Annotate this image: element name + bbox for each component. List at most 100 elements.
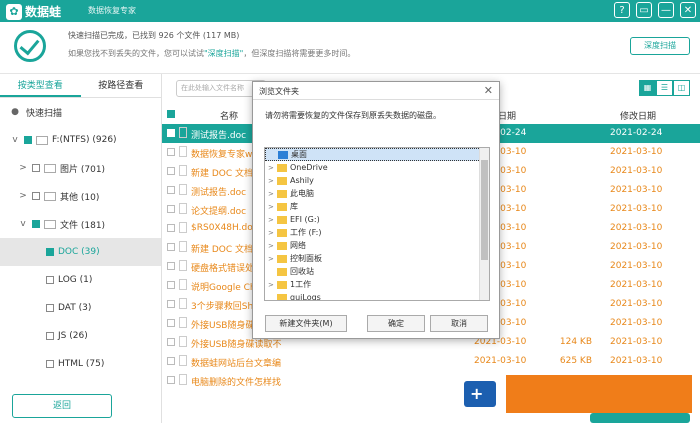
row-checkbox[interactable] [167, 186, 175, 194]
row-checkbox[interactable] [167, 148, 175, 156]
help-button[interactable]: ? [614, 2, 630, 18]
row-checkbox[interactable] [167, 300, 175, 308]
scrollbar[interactable] [479, 148, 489, 300]
tree-item-doc[interactable]: DOC (39) [0, 238, 161, 266]
tree-item-files[interactable]: v 文件 (181) [0, 210, 161, 238]
tree-item-log[interactable]: LOG (1) [0, 266, 161, 294]
folder-tree-item[interactable]: > 控制面板 [265, 252, 489, 265]
tree-item-other[interactable]: > 其他 (10) [0, 182, 161, 210]
folder-icon [277, 267, 287, 276]
tree-item-images[interactable]: > 图片 (701) [0, 154, 161, 182]
file-modified: 2021-03-10 [610, 166, 663, 176]
checkbox[interactable] [46, 304, 54, 312]
folder-icon [44, 191, 56, 201]
column-date[interactable]: 日期 [498, 109, 516, 122]
file-size: 124 KB [559, 337, 592, 347]
ok-button[interactable]: 确定 [367, 315, 425, 332]
row-checkbox[interactable] [167, 357, 175, 365]
doc-file-icon [179, 298, 187, 309]
checkbox[interactable] [32, 192, 40, 200]
deep-scan-button[interactable]: 深度扫描 [630, 37, 690, 55]
recover-button[interactable] [590, 413, 690, 423]
column-name[interactable]: 名称 [220, 109, 238, 122]
folder-tree-item[interactable]: 回收站 [265, 265, 489, 278]
row-checkbox[interactable] [167, 262, 175, 270]
minimize-button[interactable]: — [658, 2, 674, 18]
cancel-button[interactable]: 取消 [430, 315, 488, 332]
row-checkbox[interactable] [167, 338, 175, 346]
scan-result-banner: 快速扫描已完成，已找到 926 个文件 (117 MB) 如果您找不到丢失的文件… [0, 22, 700, 74]
tree-item-quick-scan[interactable]: ● 快速扫描 [0, 98, 161, 126]
dialog-close-icon[interactable]: ✕ [484, 84, 493, 97]
close-button[interactable]: ✕ [680, 2, 696, 18]
tree-item-dat[interactable]: DAT (3) [0, 294, 161, 322]
folder-icon [278, 150, 288, 159]
check-icon [14, 30, 46, 62]
folder-tree-item[interactable]: > 工作 (F:) [265, 226, 489, 239]
row-checkbox[interactable] [167, 243, 175, 251]
expand-arrow-icon[interactable]: > [268, 190, 277, 198]
select-all-checkbox[interactable] [167, 110, 175, 118]
folder-tree-item[interactable]: guiLogs [265, 291, 489, 300]
folder-icon [277, 202, 287, 211]
folder-tree-item[interactable]: > 网络 [265, 239, 489, 252]
list-view-icon[interactable]: ☰ [656, 80, 673, 96]
column-modified[interactable]: 修改日期 [620, 109, 656, 122]
medical-cross-logo-icon: + [458, 375, 506, 413]
chevron-right-icon: > [19, 191, 27, 201]
file-name: 数据蛙网站后台文章编辑... [191, 359, 281, 369]
row-checkbox[interactable] [167, 281, 175, 289]
folder-tree-item[interactable]: > 库 [265, 200, 489, 213]
tab-by-path[interactable]: 按路径查看 [81, 74, 162, 97]
expand-arrow-icon[interactable]: > [268, 164, 277, 172]
checkbox[interactable] [32, 220, 40, 228]
expand-arrow-icon[interactable]: > [268, 255, 277, 263]
tree-item-html[interactable]: HTML (75) [0, 350, 161, 378]
ad-banner[interactable]: + [458, 375, 692, 413]
folder-tree-item[interactable]: 桌面 [265, 148, 489, 161]
checkbox[interactable] [46, 248, 54, 256]
expand-arrow-icon[interactable]: > [268, 281, 277, 289]
grid-view-icon[interactable]: ▦ [639, 80, 656, 96]
tree-item-js[interactable]: JS (26) [0, 322, 161, 350]
checkbox[interactable] [46, 332, 54, 340]
doc-file-icon [179, 374, 187, 385]
file-modified: 2021-03-10 [610, 299, 663, 309]
folder-tree-item[interactable]: >1工作 [265, 278, 489, 291]
expand-arrow-icon[interactable]: > [268, 229, 277, 237]
expand-arrow-icon[interactable]: > [268, 177, 277, 185]
row-checkbox[interactable] [167, 224, 175, 232]
row-checkbox[interactable] [167, 129, 175, 137]
deep-scan-link[interactable]: "深度扫描" [204, 49, 243, 58]
checkbox[interactable] [46, 276, 54, 284]
detail-view-icon[interactable]: ◫ [673, 80, 690, 96]
doc-file-icon [179, 203, 187, 214]
folder-icon [277, 293, 287, 300]
doc-file-icon [179, 355, 187, 366]
folder-tree-item[interactable]: > EFI (G:) [265, 213, 489, 226]
folder-tree-item[interactable]: > OneDrive [265, 161, 489, 174]
row-checkbox[interactable] [167, 319, 175, 327]
expand-arrow-icon[interactable]: > [268, 203, 277, 211]
tree-item-drive[interactable]: v F:(NTFS) (926) [0, 126, 161, 154]
row-checkbox[interactable] [167, 376, 175, 384]
expand-arrow-icon[interactable]: > [268, 242, 277, 250]
file-date: 2021-03-10 [474, 356, 527, 366]
save-icon-button[interactable]: ▭ [636, 2, 652, 18]
checkbox[interactable] [46, 360, 54, 368]
new-folder-button[interactable]: 新建文件夹(M) [265, 315, 347, 332]
tab-by-type[interactable]: 按类型查看 [0, 74, 81, 97]
back-button[interactable]: 返回 [12, 394, 112, 418]
file-size: 625 KB [559, 356, 592, 366]
table-row[interactable]: 数据蛙网站后台文章编辑... 2021-03-10 625 KB 2021-03-10 [162, 352, 700, 371]
folder-tree-item[interactable]: > 此电脑 [265, 187, 489, 200]
checkbox[interactable] [32, 164, 40, 172]
row-checkbox[interactable] [167, 167, 175, 175]
row-checkbox[interactable] [167, 205, 175, 213]
file-modified: 2021-03-10 [610, 242, 663, 252]
folder-tree-item[interactable]: > Ashily [265, 174, 489, 187]
doc-file-icon [179, 222, 187, 233]
expand-arrow-icon[interactable]: > [268, 216, 277, 224]
checkbox[interactable] [24, 136, 32, 144]
chevron-down-icon: v [12, 135, 18, 145]
